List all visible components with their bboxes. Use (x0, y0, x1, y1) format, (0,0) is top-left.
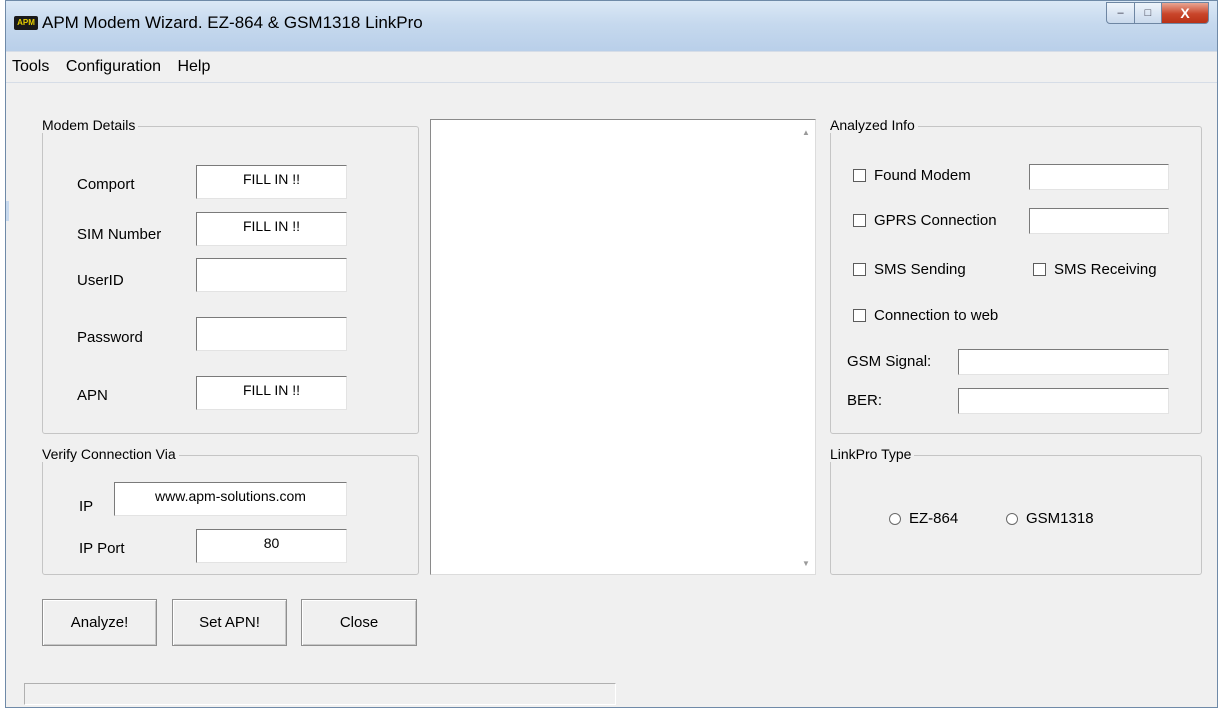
connection-web-label: Connection to web (874, 307, 999, 324)
found-modem-checkbox[interactable] (853, 169, 866, 182)
comport-field[interactable]: FILL IN !! (196, 165, 347, 199)
sim-number-label: SIM Number (77, 226, 162, 243)
gprs-connection-field[interactable] (1029, 208, 1169, 234)
status-bar (24, 683, 616, 705)
sms-sending-label: SMS Sending (874, 261, 966, 278)
scroll-down-icon[interactable]: ▼ (802, 559, 810, 568)
close-button[interactable]: Close (301, 599, 417, 646)
ez864-radio[interactable] (889, 513, 901, 525)
ip-field[interactable]: www.apm-solutions.com (114, 482, 347, 516)
gsm1318-radio[interactable] (1006, 513, 1018, 525)
scroll-up-icon[interactable]: ▲ (802, 128, 810, 137)
sms-receiving-label: SMS Receiving (1054, 261, 1157, 278)
sms-sending-checkbox[interactable] (853, 263, 866, 276)
close-window-button[interactable]: X (1162, 2, 1209, 24)
menu-tools[interactable]: Tools (6, 52, 55, 76)
window-title: APM Modem Wizard. EZ-864 & GSM1318 LinkP… (42, 13, 423, 32)
menu-bar: Tools Configuration Help (6, 51, 1217, 83)
gsm-signal-label: GSM Signal: (847, 353, 932, 370)
sms-receiving-checkbox[interactable] (1033, 263, 1046, 276)
analyze-button[interactable]: Analyze! (42, 599, 157, 646)
gsm1318-label: GSM1318 (1026, 510, 1094, 527)
ber-label: BER: (847, 392, 883, 409)
password-label: Password (77, 329, 143, 346)
ip-port-field[interactable]: 80 (196, 529, 347, 563)
menu-configuration[interactable]: Configuration (60, 52, 167, 76)
connection-web-checkbox[interactable] (853, 309, 866, 322)
gsm-signal-field[interactable] (958, 349, 1169, 375)
verify-connection-title: Verify Connection Via (39, 446, 179, 462)
password-field[interactable] (196, 317, 347, 351)
menu-help[interactable]: Help (171, 52, 216, 76)
apn-label: APN (77, 387, 108, 404)
output-textarea[interactable]: ▲ ▼ (430, 119, 816, 575)
comport-label: Comport (77, 176, 135, 193)
found-modem-label: Found Modem (874, 167, 971, 184)
set-apn-button[interactable]: Set APN! (172, 599, 287, 646)
userid-field[interactable] (196, 258, 347, 292)
gprs-connection-checkbox[interactable] (853, 214, 866, 227)
app-logo-icon: APM (14, 16, 38, 30)
linkpro-type-title: LinkPro Type (827, 446, 915, 462)
modem-details-title: Modem Details (39, 117, 139, 133)
ip-port-label: IP Port (79, 540, 125, 557)
found-modem-field[interactable] (1029, 164, 1169, 190)
apn-field[interactable]: FILL IN !! (196, 376, 347, 410)
ber-field[interactable] (958, 388, 1169, 414)
window-edge (6, 201, 9, 221)
analyzed-info-title: Analyzed Info (827, 117, 918, 133)
userid-label: UserID (77, 272, 124, 289)
minimize-button[interactable]: – (1106, 2, 1135, 24)
app-window: APM APM Modem Wizard. EZ-864 & GSM1318 L… (5, 0, 1218, 708)
ez864-label: EZ-864 (909, 510, 959, 527)
output-scrollbar[interactable]: ▲ ▼ (797, 120, 815, 574)
window-controls: – □ X (1106, 2, 1209, 24)
title-bar[interactable]: APM APM Modem Wizard. EZ-864 & GSM1318 L… (6, 1, 1217, 51)
sim-number-field[interactable]: FILL IN !! (196, 212, 347, 246)
gprs-connection-label: GPRS Connection (874, 212, 997, 229)
ip-label: IP (79, 498, 94, 515)
maximize-button[interactable]: □ (1135, 2, 1162, 24)
